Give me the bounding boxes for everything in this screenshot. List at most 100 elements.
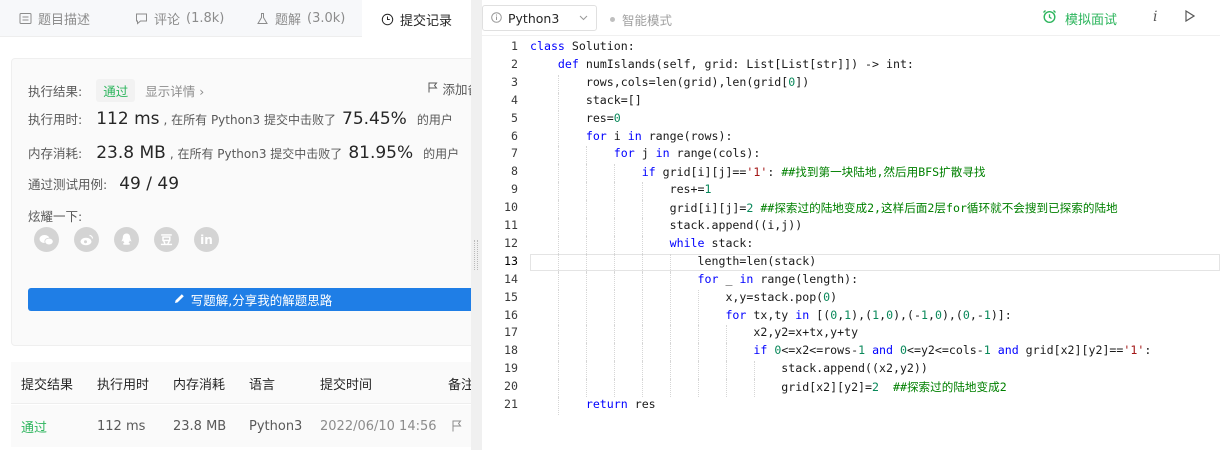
- code-line[interactable]: grid[x2][y2]=2 ##探索过的陆地变成2: [530, 379, 1006, 395]
- header-time: 提交时间: [320, 377, 373, 393]
- tab-solutions-label: 题解: [275, 13, 302, 28]
- line-number: 14: [504, 271, 518, 286]
- code-line[interactable]: x,y=stack.pop(0): [530, 290, 837, 304]
- code-line[interactable]: for j in range(cols):: [530, 146, 761, 160]
- tab-submissions[interactable]: 提交记录: [362, 0, 471, 38]
- tab-description-label: 题目描述: [38, 13, 91, 28]
- dot-icon: [610, 17, 615, 22]
- line-number: 20: [504, 379, 518, 394]
- code-line[interactable]: grid[i][j]=2 ##探索过的陆地变成2,这样后面2层for循环就不会搜…: [530, 200, 1118, 216]
- table-row[interactable]: 通过 112 ms 23.8 MB Python3 2022/06/10 14:…: [11, 405, 471, 447]
- doc-icon: [18, 12, 32, 26]
- write-solution-button[interactable]: 写题解,分享我的解题思路: [28, 288, 471, 311]
- tests-row: 通过测试用例: 49 / 49: [28, 174, 179, 194]
- code-line[interactable]: class Solution:: [530, 39, 635, 53]
- tab-solutions[interactable]: 题解 (3.0k): [255, 0, 345, 37]
- header-result: 提交结果: [21, 377, 74, 393]
- memory-percent: 81.95%: [348, 143, 414, 163]
- left-panel: 题目描述 评论 (1.8k) 题解 (3.0k) 提交记录 执行结果: 通过 显…: [0, 0, 471, 450]
- tab-solutions-count: (3.0k): [307, 11, 346, 26]
- code-line[interactable]: rows,cols=len(grid),len(grid[0]): [530, 75, 809, 89]
- comment-icon: [134, 12, 148, 26]
- clock-icon: [380, 12, 394, 26]
- result-status-row: 执行结果: 通过 显示详情 ›: [28, 79, 204, 102]
- memory-value: 23.8 MB: [96, 143, 166, 163]
- code-line[interactable]: def numIslands(self, grid: List[List[str…: [530, 57, 914, 71]
- douban-icon[interactable]: 豆: [154, 227, 179, 252]
- result-label: 执行结果:: [28, 84, 83, 99]
- code-editor[interactable]: 1 class Solution: 2 def numIslands(self, g…: [482, 37, 1220, 450]
- add-note-label: 添加备: [442, 82, 471, 97]
- line-number: 3: [511, 74, 518, 89]
- code-line[interactable]: stack.append((x2,y2)): [530, 361, 928, 375]
- share-label: 炫耀一下:: [28, 209, 83, 224]
- code-line[interactable]: return res: [530, 397, 656, 411]
- header-note: 备注: [448, 377, 471, 393]
- qq-icon[interactable]: [114, 227, 139, 252]
- info-button[interactable]: i: [1153, 9, 1157, 25]
- tests-label: 通过测试用例:: [28, 177, 108, 192]
- linkedin-icon[interactable]: in: [194, 227, 219, 252]
- tab-comments-count: (1.8k): [186, 11, 225, 26]
- editor-panel: Python3 智能模式 模拟面试 i 1 class Solution: 2 de…: [482, 0, 1220, 450]
- line-number: 6: [511, 128, 518, 143]
- line-number: 11: [504, 218, 518, 232]
- flag-icon[interactable]: [452, 405, 462, 447]
- code-line[interactable]: stack.append((i,j)): [530, 218, 803, 232]
- share-row: 炫耀一下:: [28, 206, 82, 225]
- code-line[interactable]: if 0<=x2<=rows-1 and 0<=y2<=cols-1 and g…: [530, 343, 1151, 357]
- show-details-link[interactable]: 显示详情 ›: [145, 81, 204, 100]
- code-line[interactable]: while stack:: [530, 236, 754, 250]
- weibo-icon[interactable]: [74, 227, 99, 252]
- tab-description[interactable]: 题目描述: [18, 0, 90, 37]
- panel-splitter[interactable]: [471, 0, 482, 450]
- play-icon[interactable]: [1185, 9, 1196, 26]
- row-result[interactable]: 通过: [21, 405, 47, 447]
- code-line[interactable]: if grid[i][j]=='1': ##找到第一块陆地,然后用BFS扩散寻找: [530, 164, 986, 180]
- result-card: 执行结果: 通过 显示详情 › 添加备 执行用时: 112 ms , 在所有 P…: [11, 58, 471, 346]
- editor-toolbar: Python3 智能模式 模拟面试 i: [482, 0, 1220, 36]
- row-runtime: 112 ms: [97, 418, 146, 434]
- language-select[interactable]: Python3: [482, 5, 597, 31]
- language-value: Python3: [508, 10, 560, 26]
- line-number: 10: [504, 200, 518, 215]
- smart-mode-label: 智能模式: [622, 13, 673, 28]
- header-runtime: 执行用时: [97, 377, 150, 393]
- code-line[interactable]: for i in range(rows):: [530, 129, 733, 143]
- line-number: 19: [504, 361, 518, 376]
- line-number: 2: [511, 56, 518, 71]
- memory-label: 内存消耗:: [28, 146, 83, 161]
- code-line[interactable]: length=len(stack): [530, 254, 817, 268]
- line-number: 16: [504, 307, 518, 322]
- mock-interview-button[interactable]: 模拟面试: [1042, 9, 1117, 28]
- wechat-icon[interactable]: [34, 227, 59, 252]
- line-number: 12: [504, 235, 518, 250]
- line-number: 21: [504, 397, 518, 411]
- header-language: 语言: [249, 377, 276, 393]
- flag-icon: [428, 81, 439, 96]
- runtime-value: 112 ms: [96, 109, 160, 129]
- runtime-percent: 75.45%: [342, 109, 407, 129]
- row-time: 2022/06/10 14:56: [320, 418, 437, 434]
- header-memory: 内存消耗: [173, 377, 226, 393]
- line-number: 13: [504, 253, 518, 268]
- smart-mode-toggle[interactable]: 智能模式: [610, 10, 672, 29]
- code-line[interactable]: stack=[]: [530, 93, 642, 107]
- tests-value: 49 / 49: [119, 174, 180, 194]
- line-number: 18: [504, 343, 518, 358]
- memory-suffix: 的用户: [423, 147, 460, 161]
- runtime-text: , 在所有 Python3 提交中击败了: [163, 113, 337, 127]
- write-solution-label: 写题解,分享我的解题思路: [190, 293, 333, 308]
- tab-comments[interactable]: 评论 (1.8k): [134, 0, 224, 37]
- code-line[interactable]: for tx,ty in [(0,1),(1,0),(-1,0),(0,-1)]…: [530, 308, 1011, 322]
- code-line[interactable]: x2,y2=x+tx,y+ty: [530, 325, 858, 339]
- code-line[interactable]: res=0: [530, 111, 621, 125]
- runtime-row: 执行用时: 112 ms , 在所有 Python3 提交中击败了 75.45%…: [28, 109, 453, 129]
- code-line[interactable]: res+=1: [530, 182, 712, 196]
- line-number: 17: [504, 325, 518, 340]
- add-note-button[interactable]: 添加备: [428, 79, 471, 98]
- chevron-down-icon: [579, 13, 588, 24]
- submissions-table-header: 提交结果 执行用时 内存消耗 语言 提交时间 备注: [11, 362, 471, 404]
- drag-handle-icon[interactable]: [474, 240, 478, 270]
- code-line[interactable]: for _ in range(length):: [530, 272, 859, 286]
